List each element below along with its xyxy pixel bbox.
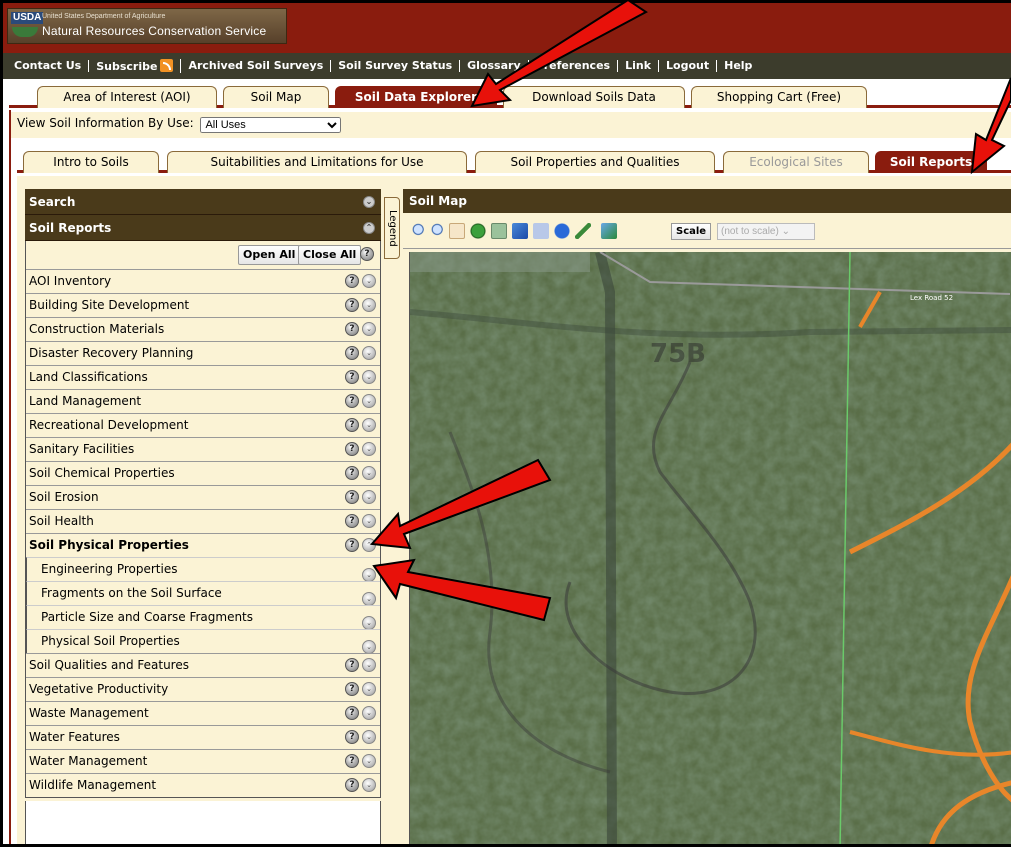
- annotation-arrow: [470, 0, 648, 108]
- annotation-arrow: [372, 558, 552, 622]
- annotation-arrows: [369, 0, 1011, 622]
- annotation-arrow: [369, 458, 552, 550]
- annotation-arrow: [970, 77, 1011, 175]
